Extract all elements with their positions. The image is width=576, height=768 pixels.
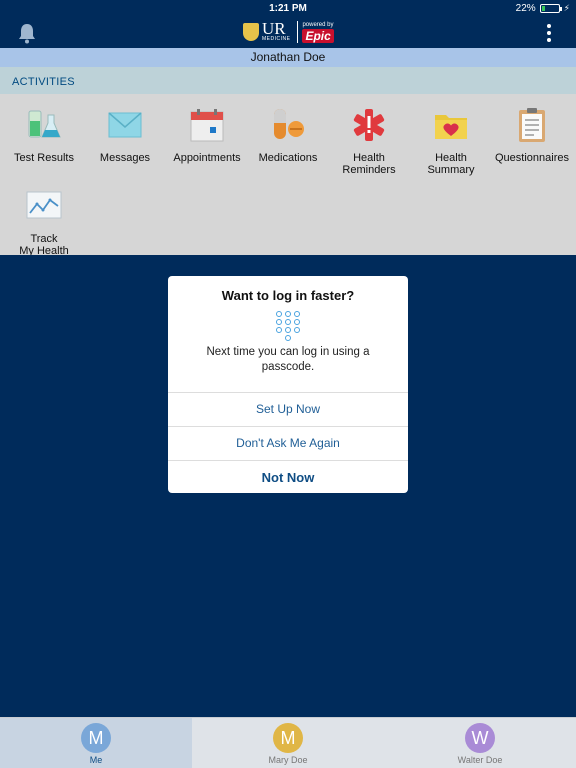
charging-icon: ⚡ xyxy=(563,3,570,13)
activities-panel: ACTIVITIES Test Results Messages Appoint… xyxy=(0,67,576,257)
dialog-title: Want to log in faster? xyxy=(221,288,355,303)
activity-questionnaires[interactable]: Questionnaires xyxy=(491,107,573,164)
dont-ask-again-button[interactable]: Don't Ask Me Again xyxy=(168,426,408,460)
app-logo: UR MEDICINE powered by Epic xyxy=(243,20,334,44)
nav-bar: UR MEDICINE powered by Epic xyxy=(0,18,576,48)
bell-icon[interactable] xyxy=(17,22,37,44)
status-bar: 1:21 PM 22% ⚡ xyxy=(0,0,576,18)
activities-heading: ACTIVITIES xyxy=(0,67,576,94)
battery-status: 22% ⚡ xyxy=(516,3,570,14)
tab-label: Me xyxy=(89,755,103,765)
shield-icon xyxy=(243,23,259,41)
logo-main: UR xyxy=(262,19,286,38)
passcode-dialog: Want to log in faster? Next time you can… xyxy=(168,276,408,493)
activity-health-summary[interactable]: Health Summary xyxy=(410,107,492,176)
activity-label: Questionnaires xyxy=(495,152,569,164)
activity-label: Track My Health xyxy=(19,233,69,257)
powered-by-text: powered by xyxy=(302,21,334,28)
battery-percent: 22% xyxy=(515,3,536,14)
activity-label: Test Results xyxy=(14,152,74,164)
heart-folder-icon xyxy=(435,115,467,139)
not-now-button[interactable]: Not Now xyxy=(168,460,408,493)
activity-health-reminders[interactable]: Health Reminders xyxy=(328,107,410,176)
test-tubes-icon xyxy=(28,110,61,138)
avatar: W xyxy=(465,723,495,753)
activity-label: Messages xyxy=(99,152,151,164)
pills-icon xyxy=(274,109,304,139)
activity-label: Appointments xyxy=(173,152,241,164)
clipboard-icon xyxy=(519,108,545,142)
keypad-icon xyxy=(276,311,300,341)
envelope-icon xyxy=(108,112,142,138)
set-up-now-button[interactable]: Set Up Now xyxy=(168,392,408,426)
chart-icon xyxy=(26,191,62,219)
tab-label: Mary Doe xyxy=(268,755,308,765)
tab-me[interactable]: M Me xyxy=(0,718,192,768)
calendar-icon xyxy=(190,109,224,142)
tab-walter-doe[interactable]: W Walter Doe xyxy=(384,718,576,768)
tab-mary-doe[interactable]: M Mary Doe xyxy=(192,718,384,768)
avatar: M xyxy=(81,723,111,753)
medical-star-icon xyxy=(353,109,385,141)
activity-appointments[interactable]: Appointments xyxy=(166,107,248,164)
activity-label: Health Summary xyxy=(427,152,475,176)
more-menu-icon[interactable] xyxy=(546,24,552,42)
patient-name: Jonathan Doe xyxy=(0,48,576,67)
logo-divider xyxy=(297,21,299,43)
avatar: M xyxy=(273,723,303,753)
logo-sub: MEDICINE xyxy=(262,36,291,42)
activity-label: Health Reminders xyxy=(342,152,396,176)
epic-logo: Epic xyxy=(302,28,334,43)
battery-icon xyxy=(539,4,562,13)
dialog-message: Next time you can log in using a passcod… xyxy=(206,346,370,373)
activity-test-results[interactable]: Test Results xyxy=(3,107,85,164)
tab-label: Walter Doe xyxy=(457,755,503,765)
activity-track-my-health[interactable]: Track My Health xyxy=(3,188,85,257)
activity-medications[interactable]: Medications xyxy=(247,107,329,164)
activity-label: Medications xyxy=(258,152,318,164)
status-time: 1:21 PM xyxy=(269,3,307,14)
activity-messages[interactable]: Messages xyxy=(84,107,166,164)
patient-tab-bar: M Me M Mary Doe W Walter Doe xyxy=(0,717,576,768)
